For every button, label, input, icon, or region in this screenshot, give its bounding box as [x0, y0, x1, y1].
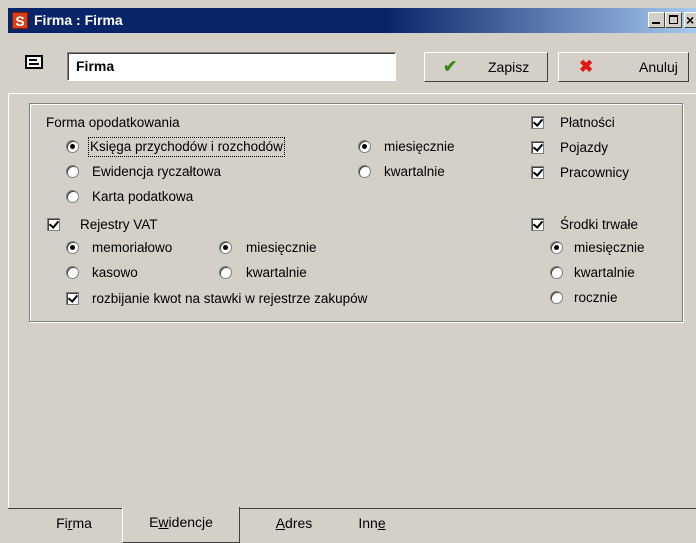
employees-checkbox[interactable]	[531, 166, 544, 179]
close-button[interactable]: ×	[684, 12, 696, 28]
vat-split-checkbox[interactable]	[66, 292, 79, 305]
tab-firma-label-c: ma	[72, 515, 92, 531]
tab-inne-label-a: Inn	[358, 515, 378, 531]
employees-label[interactable]: Pracownicy	[560, 165, 629, 181]
tab-inne[interactable]: Inne	[342, 508, 402, 543]
cancel-button[interactable]: ✖ Anuluj	[558, 52, 689, 82]
tax-period-quarterly-label[interactable]: kwartalnie	[384, 164, 445, 180]
tab-ewidencje-label-c: idencje	[168, 514, 213, 530]
assets-quarterly-label[interactable]: kwartalnie	[574, 265, 635, 281]
vat-registers-checkbox[interactable]	[47, 218, 60, 231]
tax-option-kpir-label[interactable]: Księga przychodów i rozchodów	[88, 137, 285, 157]
vat-cash-label[interactable]: kasowo	[92, 265, 138, 281]
title-bar[interactable]: S Firma : Firma ×	[8, 8, 696, 33]
tab-ewidencje-label-b: w	[158, 514, 169, 530]
tab-inne-label-b: e	[377, 515, 386, 531]
vehicles-label[interactable]: Pojazdy	[560, 140, 608, 156]
assets-yearly-radio[interactable]	[550, 291, 563, 304]
vat-accrual-radio[interactable]	[66, 241, 79, 254]
checkmark-icon: ✔	[443, 57, 458, 76]
assets-monthly-label[interactable]: miesięcznie	[574, 240, 645, 256]
tax-period-monthly-radio[interactable]	[358, 140, 371, 153]
maximize-icon	[669, 15, 678, 24]
close-x-icon: ✖	[579, 57, 594, 76]
close-icon: ×	[686, 12, 695, 28]
vehicles-checkbox[interactable]	[531, 141, 544, 154]
maximize-button[interactable]	[665, 12, 682, 28]
tab-adres-label-b: A	[275, 515, 286, 531]
tax-form-heading: Forma opodatkowania	[46, 115, 180, 130]
vat-period-monthly-radio[interactable]	[219, 241, 232, 254]
form-card-icon	[25, 55, 43, 69]
save-button[interactable]: ✔ Zapisz	[424, 52, 548, 82]
company-name-field[interactable]: Firma	[67, 52, 396, 81]
cancel-button-label: Anuluj	[639, 59, 678, 75]
tab-adres[interactable]: Adres	[255, 508, 333, 543]
minimize-button[interactable]	[648, 12, 665, 28]
assets-monthly-radio[interactable]	[550, 241, 563, 254]
vat-period-quarterly-label[interactable]: kwartalnie	[246, 265, 307, 281]
tab-firma-label-a: Fi	[56, 515, 68, 531]
minimize-icon	[652, 22, 660, 24]
tab-firma[interactable]: Firma	[36, 508, 112, 543]
save-button-label: Zapisz	[488, 59, 530, 75]
vat-registers-label[interactable]: Rejestry VAT	[80, 217, 158, 233]
window: S Firma : Firma × Firma ✔ Zapisz ✖ Anulu…	[0, 0, 696, 543]
tax-option-karta-label[interactable]: Karta podatkowa	[92, 189, 193, 205]
vat-period-monthly-label[interactable]: miesięcznie	[246, 240, 317, 256]
vat-accrual-label[interactable]: memoriałowo	[92, 240, 172, 256]
fixed-assets-label[interactable]: Środki trwałe	[560, 217, 638, 233]
tax-option-kpir-radio[interactable]	[66, 140, 79, 153]
tax-option-ryczalt-radio[interactable]	[66, 165, 79, 178]
vat-cash-radio[interactable]	[66, 266, 79, 279]
payments-label[interactable]: Płatności	[560, 115, 615, 131]
tax-option-karta-radio[interactable]	[66, 190, 79, 203]
vat-period-quarterly-radio[interactable]	[219, 266, 232, 279]
assets-quarterly-radio[interactable]	[550, 266, 563, 279]
vat-split-label[interactable]: rozbijanie kwot na stawki w rejestrze za…	[92, 291, 367, 307]
tax-period-quarterly-radio[interactable]	[358, 165, 371, 178]
payments-checkbox[interactable]	[531, 116, 544, 129]
app-logo-icon[interactable]: S	[12, 12, 28, 29]
tax-period-monthly-label[interactable]: miesięcznie	[384, 139, 455, 155]
fixed-assets-checkbox[interactable]	[531, 218, 544, 231]
assets-yearly-label[interactable]: rocznie	[574, 290, 618, 306]
tax-option-ryczalt-label[interactable]: Ewidencja ryczałtowa	[92, 164, 221, 180]
window-title: Firma : Firma	[34, 12, 123, 28]
tab-ewidencje[interactable]: Ewidencje	[122, 507, 240, 543]
tab-adres-label-c: dres	[285, 515, 313, 531]
